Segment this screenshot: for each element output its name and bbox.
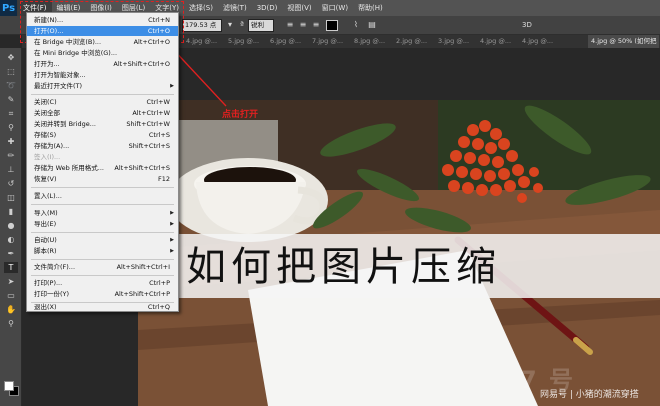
menu-item-scripts[interactable]: 脚本(R) ▶: [27, 246, 178, 256]
submenu-arrow-icon: ▶: [170, 248, 174, 254]
3d-mode-label[interactable]: 3D: [522, 19, 532, 31]
menu-separator: [31, 204, 174, 205]
submenu-arrow-icon: ▶: [170, 83, 174, 89]
brush-tool-icon[interactable]: ✏: [4, 150, 18, 161]
lasso-tool-icon[interactable]: ➰: [4, 80, 18, 91]
document-tab[interactable]: 7.jpg @...: [312, 35, 343, 48]
antialias-icon: ª: [240, 20, 244, 29]
banner-title[interactable]: 如何把图片压缩: [186, 242, 501, 292]
document-tab[interactable]: 5.jpg @...: [228, 35, 259, 48]
menu-item-close-all[interactable]: 关闭全部 Alt+Ctrl+W: [27, 108, 178, 118]
submenu-arrow-icon: ▶: [170, 237, 174, 243]
menu-item-file-info[interactable]: 文件简介(F)... Alt+Shift+Ctrl+I: [27, 262, 178, 272]
blur-tool-icon[interactable]: ●: [4, 220, 18, 231]
document-tab[interactable]: 3.jpg @...: [438, 35, 469, 48]
menu-window[interactable]: 窗口(W): [317, 0, 353, 16]
pen-tool-icon[interactable]: ✒: [4, 248, 18, 259]
eraser-tool-icon[interactable]: ◫: [4, 192, 18, 203]
gradient-tool-icon[interactable]: ▮: [4, 206, 18, 217]
history-brush-tool-icon[interactable]: ↺: [4, 178, 18, 189]
document-tab[interactable]: 4.jpg @...: [480, 35, 511, 48]
clone-stamp-tool-icon[interactable]: ⊥: [4, 164, 18, 175]
menu-item-open[interactable]: 打开(O)... Ctrl+O: [27, 26, 178, 36]
document-tab[interactable]: 2.jpg @...: [396, 35, 427, 48]
text-color-swatch[interactable]: [326, 20, 338, 31]
menu-item-exit[interactable]: 退出(X) Ctrl+Q: [27, 302, 178, 312]
menu-item-open-as[interactable]: 打开为... Alt+Shift+Ctrl+O: [27, 59, 178, 69]
submenu-arrow-icon: ▶: [170, 210, 174, 216]
toolbox: ✥ ⬚ ➰ ✎ ⌗ ⚲ ✚ ✏ ⊥ ↺ ◫ ▮ ● ◐ ✒ T ➤ ▭ ✋ ⚲: [0, 48, 22, 406]
menu-item-save[interactable]: 存储(S) Ctrl+S: [27, 130, 178, 140]
align-center-icon[interactable]: ≡: [297, 19, 309, 31]
annotation-label: 点击打开: [222, 110, 259, 120]
menu-help[interactable]: 帮助(H): [353, 0, 388, 16]
menu-item-close-go-bridge[interactable]: 关闭并转到 Bridge... Shift+Ctrl+W: [27, 119, 178, 129]
menu-item-print[interactable]: 打印(P)... Ctrl+P: [27, 278, 178, 288]
menu-item-revert[interactable]: 恢复(V) F12: [27, 174, 178, 184]
menu-select[interactable]: 选择(S): [184, 0, 218, 16]
menu-filter[interactable]: 滤镜(T): [218, 0, 252, 16]
marquee-tool-icon[interactable]: ⬚: [4, 66, 18, 77]
menu-item-export[interactable]: 导出(E) ▶: [27, 219, 178, 229]
photoshop-window: Ps 文件(F) 编辑(E) 图像(I) 图层(L) 文字(Y) 选择(S) 滤…: [0, 0, 660, 406]
menu-item-import[interactable]: 导入(M) ▶: [27, 208, 178, 218]
watermark-caption: 网易号 | 小猪的潮流穿搭: [540, 390, 639, 400]
eyedropper-tool-icon[interactable]: ⚲: [4, 122, 18, 133]
menu-item-open-smart-object[interactable]: 打开为智能对象...: [27, 70, 178, 80]
menu-separator: [31, 275, 174, 276]
foreground-color-swatch[interactable]: [4, 381, 14, 391]
zoom-tool-icon[interactable]: ⚲: [4, 318, 18, 329]
document-tab[interactable]: 4.jpg @...: [522, 35, 553, 48]
menu-item-close[interactable]: 关闭(C) Ctrl+W: [27, 97, 178, 107]
hand-tool-icon[interactable]: ✋: [4, 304, 18, 315]
menu-separator: [31, 94, 174, 95]
type-tool-icon[interactable]: T: [4, 262, 18, 273]
photoshop-logo: Ps: [0, 0, 18, 16]
menu-item-save-for-web[interactable]: 存储为 Web 所用格式... Alt+Shift+Ctrl+S: [27, 163, 178, 173]
warp-text-icon[interactable]: ⌇: [350, 19, 362, 31]
menu-item-browse-mini-bridge[interactable]: 在 Mini Bridge 中浏览(G)...: [27, 48, 178, 58]
font-size-field[interactable]: 179.53 点: [182, 19, 222, 32]
menu-item-new[interactable]: 新建(N)... Ctrl+N: [27, 15, 178, 25]
healing-brush-tool-icon[interactable]: ✚: [4, 136, 18, 147]
menu-item-automate[interactable]: 自动(U) ▶: [27, 235, 178, 245]
document-tab[interactable]: 6.jpg @...: [270, 35, 301, 48]
menu-item-check-in: 签入(I)...: [34, 153, 61, 161]
menu-item-place[interactable]: 置入(L)...: [27, 191, 178, 201]
align-left-icon[interactable]: ≡: [284, 19, 296, 31]
quick-select-tool-icon[interactable]: ✎: [4, 94, 18, 105]
crop-tool-icon[interactable]: ⌗: [4, 108, 18, 119]
menu-view[interactable]: 视图(V): [282, 0, 316, 16]
menu-separator: [31, 187, 174, 188]
file-menu-dropdown: 新建(N)... Ctrl+N 打开(O)... Ctrl+O 在 Bridge 中…: [26, 12, 179, 312]
font-size-dropdown-icon[interactable]: ▾: [224, 19, 236, 31]
menu-separator: [31, 259, 174, 260]
menu-item-save-as[interactable]: 存储为(A)... Shift+Ctrl+S: [27, 141, 178, 151]
path-selection-tool-icon[interactable]: ➤: [4, 276, 18, 287]
document-tab[interactable]: 8.jpg @...: [354, 35, 385, 48]
move-tool-icon[interactable]: ✥: [4, 52, 18, 63]
align-right-icon[interactable]: ≡: [310, 19, 322, 31]
character-panel-icon[interactable]: ▤: [366, 19, 378, 31]
document-tab-active[interactable]: 4.jpg @ 50% (如何把: [588, 35, 660, 48]
menu-item-recent-files[interactable]: 最近打开文件(T) ▶: [27, 81, 178, 91]
submenu-arrow-icon: ▶: [170, 221, 174, 227]
shape-tool-icon[interactable]: ▭: [4, 290, 18, 301]
menu-3d[interactable]: 3D(D): [252, 0, 283, 16]
menu-item-print-one-copy[interactable]: 打印一份(Y) Alt+Shift+Ctrl+P: [27, 289, 178, 299]
dodge-tool-icon[interactable]: ◐: [4, 234, 18, 245]
menu-item-browse-bridge[interactable]: 在 Bridge 中浏览(B)... Alt+Ctrl+O: [27, 37, 178, 47]
antialias-select[interactable]: 锐利: [248, 19, 274, 32]
menu-separator: [31, 232, 174, 233]
